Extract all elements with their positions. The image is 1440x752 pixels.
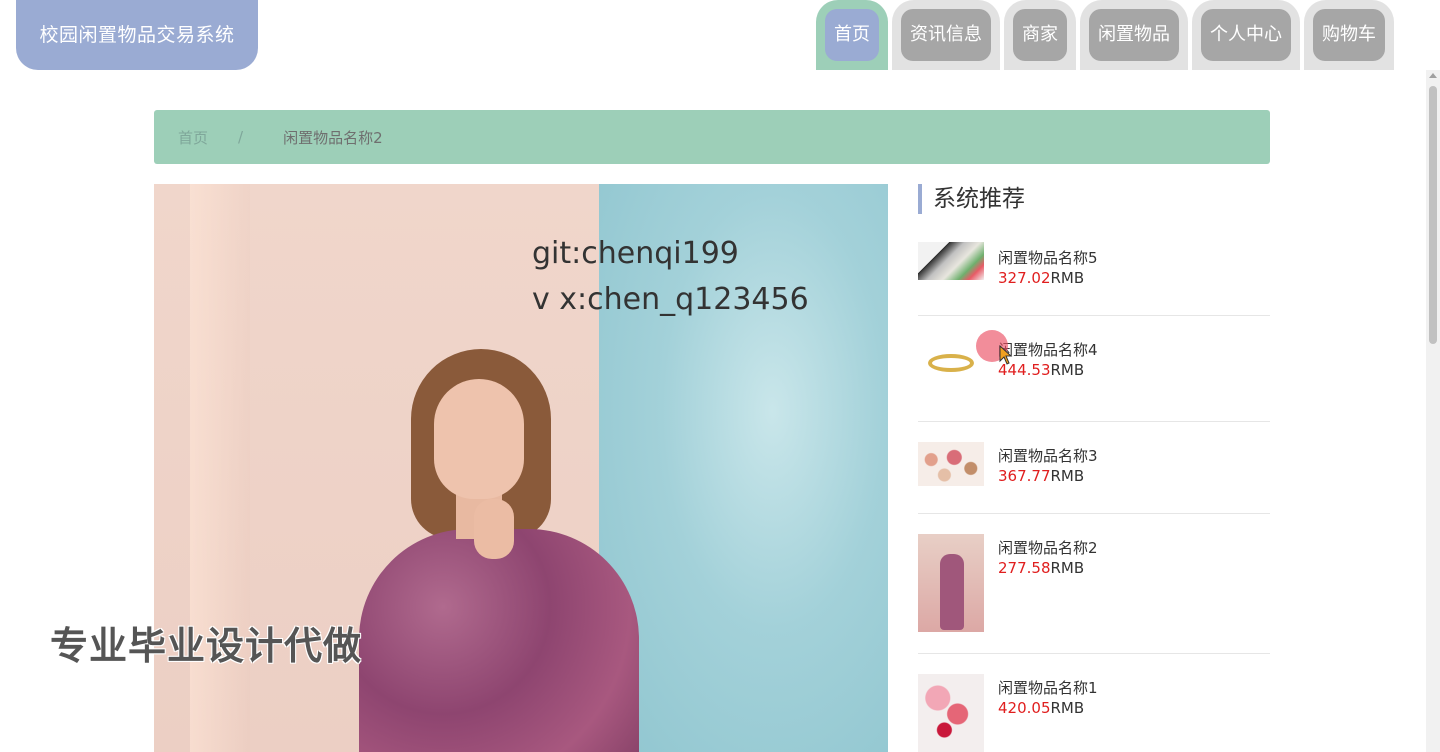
price-value: 277.58 [998, 559, 1051, 577]
breadcrumb-current: 闲置物品名称2 [283, 128, 383, 147]
price-value: 327.02 [998, 269, 1051, 287]
price-unit: RMB [1050, 559, 1085, 577]
price-value: 420.05 [998, 699, 1051, 717]
nav-item-label: 商家 [1013, 9, 1067, 61]
nav-item-cart[interactable]: 购物车 [1304, 0, 1394, 70]
recommend-item[interactable]: 闲置物品名称1 420.05RMB [918, 654, 1270, 752]
price-value: 367.77 [998, 467, 1051, 485]
recommend-item-name[interactable]: 闲置物品名称3 [998, 445, 1098, 466]
price-unit: RMB [1050, 699, 1085, 717]
recommend-thumb-flowers[interactable] [918, 674, 984, 752]
recommend-list: 闲置物品名称5 327.02RMB 闲置物品名称4 444.53RMB 闲置物品… [918, 230, 1270, 752]
recommend-item-price: 277.58RMB [998, 559, 1084, 577]
nav-item-news[interactable]: 资讯信息 [892, 0, 1000, 70]
scroll-up-arrow-icon[interactable] [1429, 73, 1437, 78]
main-nav: 首页 资讯信息 商家 闲置物品 个人中心 购物车 [816, 0, 1398, 70]
recommend-item-price: 420.05RMB [998, 699, 1084, 717]
breadcrumb: 首页 / 闲置物品名称2 [154, 110, 1270, 164]
nav-item-label: 资讯信息 [901, 9, 991, 61]
nav-item-label: 首页 [825, 9, 879, 61]
site-logo[interactable]: 校园闲置物品交易系统 [16, 0, 258, 70]
price-unit: RMB [1050, 361, 1085, 379]
nav-item-idle-items[interactable]: 闲置物品 [1080, 0, 1188, 70]
recommend-item-price: 327.02RMB [998, 269, 1084, 287]
nav-item-label: 个人中心 [1201, 9, 1291, 61]
recommend-item[interactable]: 闲置物品名称5 327.02RMB [918, 230, 1270, 316]
recommend-thumb-cosmetics[interactable] [918, 442, 984, 486]
gold-ring-icon [928, 354, 974, 372]
page-scrollbar[interactable] [1426, 70, 1440, 752]
nav-item-merchants[interactable]: 商家 [1004, 0, 1076, 70]
recommend-item-name[interactable]: 闲置物品名称1 [998, 677, 1098, 698]
recommend-item-name[interactable]: 闲置物品名称5 [998, 247, 1098, 268]
site-title: 校园闲置物品交易系统 [39, 24, 235, 46]
breadcrumb-home-link[interactable]: 首页 [178, 127, 208, 148]
recommend-thumb-gold-ring[interactable] [918, 332, 984, 404]
model-dress [359, 529, 639, 752]
model-face [434, 379, 524, 499]
breadcrumb-separator: / [238, 128, 244, 146]
model-hand [474, 499, 514, 559]
nav-item-label: 购物车 [1313, 9, 1385, 61]
recommend-item-name[interactable]: 闲置物品名称2 [998, 537, 1098, 558]
watermark-wechat: v x:chen_q123456 [532, 282, 809, 317]
recommend-item[interactable]: 闲置物品名称4 444.53RMB [918, 316, 1270, 422]
dress-thumbnail-figure [940, 554, 964, 630]
recommend-thumb-dress[interactable] [918, 534, 984, 632]
recommend-item[interactable]: 闲置物品名称2 277.58RMB [918, 514, 1270, 654]
price-unit: RMB [1050, 269, 1085, 287]
watermark-git: git:chenqi199 [532, 236, 739, 271]
recommend-thumb-desk-items[interactable] [918, 242, 984, 280]
price-unit: RMB [1050, 467, 1085, 485]
recommend-item-price: 367.77RMB [998, 467, 1084, 485]
scrollbar-thumb[interactable] [1429, 86, 1437, 344]
nav-item-personal-center[interactable]: 个人中心 [1192, 0, 1300, 70]
nav-item-home[interactable]: 首页 [816, 0, 888, 70]
model-figure [354, 349, 644, 752]
recommend-title: 系统推荐 [918, 184, 1025, 214]
page: 校园闲置物品交易系统 首页 资讯信息 商家 闲置物品 个人中心 购物车 首页 /… [0, 0, 1440, 752]
recommend-item[interactable]: 闲置物品名称3 367.77RMB [918, 422, 1270, 514]
overlay-ad-text: 专业毕业设计代做 [50, 624, 363, 668]
nav-item-label: 闲置物品 [1089, 9, 1179, 61]
